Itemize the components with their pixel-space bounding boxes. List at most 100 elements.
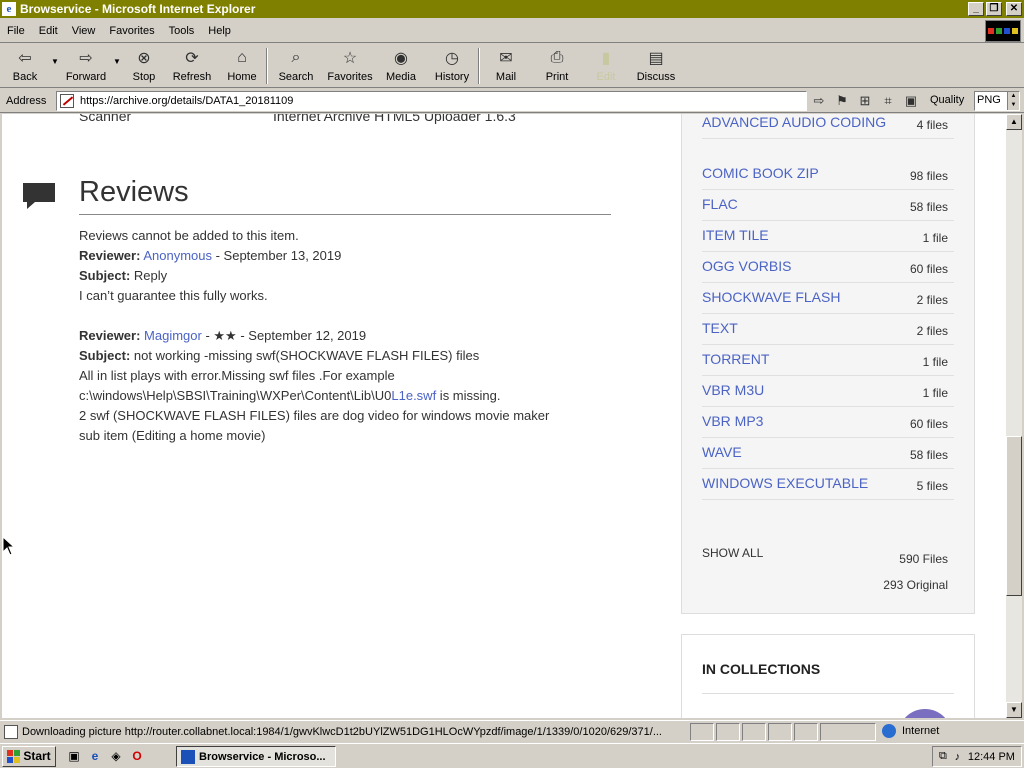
page-icon: [60, 94, 74, 108]
scroll-thumb[interactable]: [1006, 436, 1022, 596]
format-link[interactable]: VBR MP3: [702, 413, 763, 429]
security-zone[interactable]: Internet: [882, 724, 939, 738]
show-desktop-icon[interactable]: ▣: [66, 748, 82, 764]
title-bar[interactable]: e Browservice - Microsoft Internet Explo…: [0, 0, 1024, 18]
favorites-button[interactable]: ☆ Favorites: [324, 45, 376, 87]
format-link[interactable]: SHOCKWAVE FLASH: [702, 289, 840, 305]
address-bar: Address ⇨ ⚑ ⊞ ⌗ ▣ Quality PNG ▲▼: [0, 89, 1024, 113]
review-date: September 12, 2019: [248, 328, 367, 343]
media-button[interactable]: ◉ Media: [376, 45, 426, 87]
download-row[interactable]: TEXT 2 files: [702, 314, 954, 345]
search-button[interactable]: ⌕ Search: [268, 45, 324, 87]
format-link[interactable]: FLAC: [702, 196, 738, 212]
stop-icon: ⊗: [137, 50, 151, 67]
file-count: 60 files: [909, 417, 948, 431]
quality-spinner-icon[interactable]: ▲ ▼: [1007, 92, 1019, 110]
download-row[interactable]: VBR M3U 1 file: [702, 376, 954, 407]
download-row[interactable]: WINDOWS EXECUTABLE 5 files: [702, 469, 954, 500]
address-tools: ⇨ ⚑ ⊞ ⌗ ▣: [810, 92, 920, 110]
media-label: Media: [386, 71, 416, 83]
mail-button[interactable]: ✉ Mail: [480, 45, 532, 87]
download-row[interactable]: FLAC 58 files: [702, 190, 954, 221]
reviews-notice: Reviews cannot be added to this item.: [79, 228, 299, 243]
history-label: History: [434, 71, 470, 83]
refresh-button[interactable]: ⟳ Refresh: [166, 45, 218, 87]
go-arrow-icon[interactable]: ⇨: [810, 92, 828, 110]
status-panel: [742, 723, 766, 741]
close-button[interactable]: ✕: [1006, 2, 1022, 16]
format-link[interactable]: ITEM TILE: [702, 227, 769, 243]
format-link[interactable]: WINDOWS EXECUTABLE: [702, 475, 868, 491]
forward-button[interactable]: ⇨ Forward: [60, 45, 112, 87]
menu-view[interactable]: View: [65, 25, 103, 37]
minimize-button[interactable]: _: [968, 2, 984, 16]
swf-file-link[interactable]: L1e.swf: [391, 388, 436, 403]
menu-favorites[interactable]: Favorites: [102, 25, 161, 37]
review-body-tail: is missing.: [436, 388, 501, 403]
review-date: September 13, 2019: [223, 248, 342, 263]
download-row[interactable]: OGG VORBIS 60 files: [702, 252, 954, 283]
review-body: sub item (Editing a home movie): [79, 428, 266, 443]
home-button[interactable]: ⌂ Home: [218, 45, 266, 87]
taskbar-window-button[interactable]: Browservice - Microso...: [176, 746, 336, 767]
status-bar: Downloading picture http://router.collab…: [0, 720, 1024, 742]
reviewer-link[interactable]: Anonymous: [143, 248, 212, 263]
collections-divider: [702, 693, 954, 694]
format-link[interactable]: VBR M3U: [702, 382, 764, 398]
bookmark-icon[interactable]: ⚑: [833, 92, 851, 110]
format-link[interactable]: WAVE: [702, 444, 742, 460]
format-link[interactable]: OGG VORBIS: [702, 258, 791, 274]
search-icon: ⌕: [291, 49, 301, 66]
network-tray-icon[interactable]: ⧉: [939, 750, 947, 763]
download-row[interactable]: COMIC BOOK ZIP 98 files: [702, 159, 954, 190]
format-link[interactable]: TEXT: [702, 320, 738, 336]
window-title: Browservice - Microsoft Internet Explore…: [20, 2, 256, 16]
format-link[interactable]: COMIC BOOK ZIP: [702, 165, 819, 181]
download-row[interactable]: ADVANCED AUDIO CODING 4 files: [702, 114, 954, 139]
format-link[interactable]: ADVANCED AUDIO CODING: [702, 114, 886, 130]
vertical-scrollbar[interactable]: ▲ ▼: [1006, 114, 1022, 718]
show-all-link[interactable]: SHOW ALL: [702, 546, 763, 560]
start-button[interactable]: Start: [2, 745, 56, 767]
menu-edit[interactable]: Edit: [32, 25, 65, 37]
stop-button[interactable]: ⊗ Stop: [122, 45, 166, 87]
format-link[interactable]: TORRENT: [702, 351, 769, 367]
print-label: Print: [545, 71, 569, 83]
file-count: 2 files: [916, 293, 948, 307]
comment-icon: [23, 183, 55, 209]
ie-quicklaunch-icon[interactable]: e: [87, 748, 103, 764]
download-row[interactable]: ITEM TILE 1 file: [702, 221, 954, 252]
clock[interactable]: 12:44 PM: [968, 751, 1015, 763]
back-button[interactable]: ⇦ Back: [0, 45, 50, 87]
menu-file[interactable]: File: [0, 25, 32, 37]
scroll-up-icon[interactable]: ▲: [1006, 114, 1022, 130]
clipboard-icon[interactable]: ▣: [902, 92, 920, 110]
scroll-down-icon[interactable]: ▼: [1006, 702, 1022, 718]
reviewer-link[interactable]: Magimgor: [144, 328, 202, 343]
collection-avatar[interactable]: [898, 709, 952, 718]
download-row[interactable]: SHOCKWAVE FLASH 2 files: [702, 283, 954, 314]
status-panel: [716, 723, 740, 741]
opera-quicklaunch-icon[interactable]: O: [129, 748, 145, 764]
url-input[interactable]: [80, 95, 780, 107]
forward-dropdown-icon[interactable]: ▼: [112, 57, 122, 66]
history-button[interactable]: ◷ History: [426, 45, 478, 87]
print-button[interactable]: ⎙ Print: [532, 45, 582, 87]
address-field[interactable]: [56, 91, 807, 111]
explorer-quicklaunch-icon[interactable]: ◈: [108, 748, 124, 764]
volume-tray-icon[interactable]: ♪: [955, 751, 961, 763]
scanner-value: Internet Archive HTML5 Uploader 1.6.3: [273, 114, 516, 124]
edit-button[interactable]: ▮ Edit: [582, 45, 630, 87]
menu-tools[interactable]: Tools: [162, 25, 202, 37]
download-row[interactable]: VBR MP3 60 files: [702, 407, 954, 438]
download-row[interactable]: WAVE 58 files: [702, 438, 954, 469]
zoom-icon[interactable]: ⊞: [856, 92, 874, 110]
quality-select[interactable]: PNG ▲ ▼: [974, 91, 1020, 111]
status-text: Downloading picture http://router.collab…: [22, 725, 662, 738]
find-icon[interactable]: ⌗: [879, 92, 897, 110]
back-dropdown-icon[interactable]: ▼: [50, 57, 60, 66]
menu-help[interactable]: Help: [201, 25, 238, 37]
download-row[interactable]: TORRENT 1 file: [702, 345, 954, 376]
restore-button[interactable]: ❐: [986, 2, 1002, 16]
discuss-button[interactable]: ▤ Discuss: [630, 45, 682, 87]
